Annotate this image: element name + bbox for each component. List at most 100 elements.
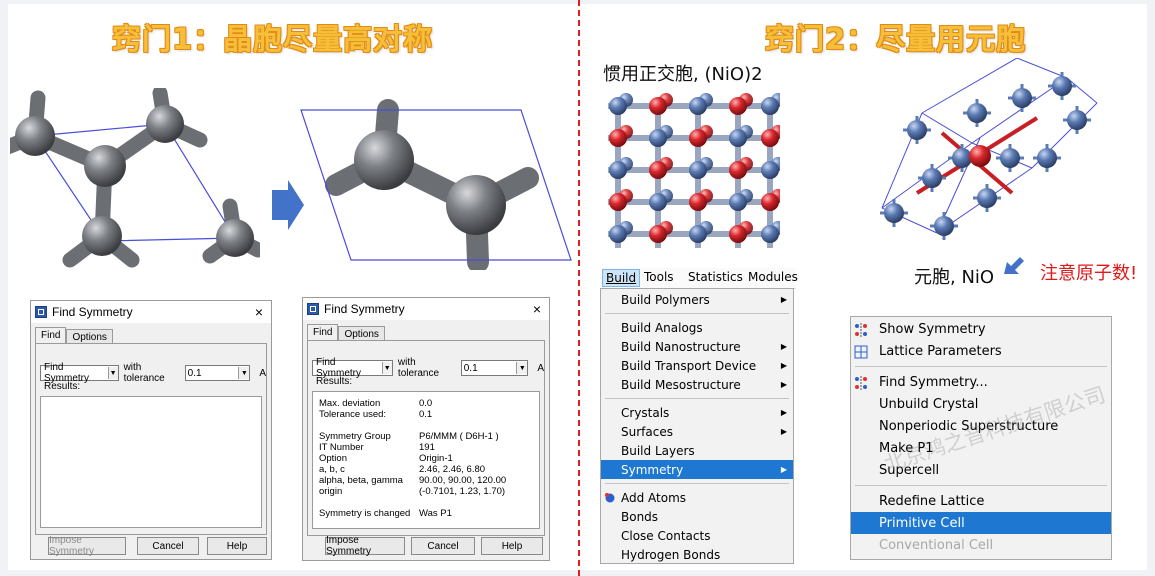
cell-edge <box>921 58 1018 114</box>
menu-separator <box>605 398 789 399</box>
menu-item-label: Redefine Lattice <box>879 493 985 509</box>
help-button[interactable]: Help <box>481 537 543 555</box>
help-button[interactable]: Help <box>207 537 267 555</box>
ni-atom <box>609 193 627 211</box>
menu-item-show-symmetry[interactable]: Show Symmetry <box>851 318 1111 340</box>
ni-atom <box>729 97 747 115</box>
ni-atom <box>761 193 779 211</box>
result-label: Tolerance used: <box>319 409 387 420</box>
cancel-button[interactable]: Cancel <box>411 537 475 555</box>
o-atom <box>649 193 667 211</box>
menu-item-hydrogen-bonds[interactable]: Hydrogen Bonds <box>601 545 793 564</box>
tolerance-combo[interactable]: 0.1 ▼ <box>460 360 529 376</box>
menu-item-build-nanostructure[interactable]: Build Nanostructure ▶ <box>601 337 793 356</box>
result-label: Symmetry is changed <box>319 508 411 519</box>
menu-item-symmetry[interactable]: Symmetry ▶ <box>601 460 793 479</box>
o-atom <box>689 97 707 115</box>
graphene-primitive-image <box>300 99 572 270</box>
o-atom <box>977 188 997 208</box>
menu-item-surfaces[interactable]: Surfaces ▶ <box>601 422 793 441</box>
result-value: 0.0 <box>419 398 433 409</box>
app-icon <box>307 303 319 315</box>
menu-item-build-transport-device[interactable]: Build Transport Device ▶ <box>601 356 793 375</box>
menu-item-label: Add Atoms <box>621 490 687 505</box>
menu-item-crystals[interactable]: Crystals ▶ <box>601 403 793 422</box>
dialog-title: Find Symmetry <box>52 305 133 319</box>
cancel-button[interactable]: Cancel <box>137 537 199 555</box>
tolerance-label: with tolerance <box>397 357 440 379</box>
dialog-titlebar: Find Symmetry × <box>31 301 271 323</box>
cell-edge <box>1016 58 1068 79</box>
close-icon[interactable]: × <box>533 301 541 317</box>
menu-item-label: Build Mesostructure <box>621 377 741 392</box>
result-value: (-0.7101, 1.23, 1.70) <box>419 486 506 497</box>
results-box[interactable] <box>40 396 262 528</box>
menu-tools[interactable]: Tools <box>644 270 674 284</box>
menu-item-label: Close Contacts <box>621 528 711 543</box>
menu-item-label: Lattice Parameters <box>879 343 1002 359</box>
result-label: Max. deviation <box>319 398 381 409</box>
pointer-arrow-icon <box>1004 257 1024 274</box>
cell-edge <box>1066 77 1098 104</box>
submenu-arrow-icon: ▶ <box>780 342 787 351</box>
results-box[interactable]: Max. deviation 0.0 Tolerance used: 0.1 Symm… <box>312 391 540 529</box>
menu-item-label: Surfaces <box>621 424 673 439</box>
impose-symmetry-button[interactable]: Impose Symmetry <box>325 535 405 557</box>
menu-item-build-analogs[interactable]: Build Analogs <box>601 318 793 337</box>
menu-item-label: Build Analogs <box>621 320 703 335</box>
find-symmetry-combo[interactable]: Find Symmetry ▼ <box>312 357 393 379</box>
menu-separator <box>605 483 789 484</box>
center-divider <box>578 0 580 576</box>
ni-atom <box>689 129 707 147</box>
tolerance-unit: A <box>537 362 544 374</box>
dialog-title: Find Symmetry <box>324 302 405 316</box>
result-label: Symmetry Group <box>319 431 391 442</box>
symmetry-icon <box>854 376 867 390</box>
result-value: 90.00, 90.00, 120.00 <box>419 475 507 486</box>
o-atom <box>1037 148 1057 168</box>
find-symmetry-combo[interactable]: Find Symmetry ▼ <box>40 362 119 384</box>
menu-modules[interactable]: Modules <box>748 270 798 284</box>
menu-item-bonds[interactable]: Bonds <box>601 507 793 526</box>
o-atom <box>729 193 747 211</box>
tolerance-label: with tolerance <box>123 362 165 384</box>
tolerance-combo[interactable]: 0.1 ▼ <box>184 365 251 381</box>
conventional-cell-caption: 惯用正交胞, (NiO)2 <box>603 64 763 85</box>
find-symmetry-dialog-before: Find Symmetry × Find Options Find Symmet… <box>30 300 272 560</box>
find-tab-pane: Find Symmetry ▼ with tolerance 0.1 ▼ A Res… <box>35 343 267 535</box>
menu-item-close-contacts[interactable]: Close Contacts <box>601 526 793 545</box>
submenu-arrow-icon: ▶ <box>780 380 787 389</box>
o-atom <box>649 129 667 147</box>
menu-item-build-layers[interactable]: Build Layers <box>601 441 793 460</box>
menu-item-build-mesostructure[interactable]: Build Mesostructure ▶ <box>601 375 793 394</box>
o-atom <box>1012 88 1032 108</box>
submenu-arrow-icon: ▶ <box>780 295 787 304</box>
menu-item-redefine-lattice[interactable]: Redefine Lattice <box>851 490 1111 512</box>
menu-item-label: Unbuild Crystal <box>879 396 979 412</box>
submenu-arrow-icon: ▶ <box>780 361 787 370</box>
menu-item-label: Bonds <box>621 509 659 524</box>
menu-item-conventional-cell[interactable]: Conventional Cell <box>851 534 1111 556</box>
menu-statistics[interactable]: Statistics <box>688 270 743 284</box>
ni-atom <box>609 129 627 147</box>
result-label: Option <box>319 453 347 464</box>
build-menu: Build Polymers ▶ Build Analogs Build Nanost… <box>600 288 794 564</box>
tolerance-unit: A <box>259 367 266 379</box>
menu-item-label: Symmetry <box>621 462 684 477</box>
o-atom <box>609 97 627 115</box>
menu-item-lattice-parameters[interactable]: Lattice Parameters <box>851 340 1111 362</box>
o-atom <box>729 129 747 147</box>
results-label: Results: <box>44 381 81 392</box>
close-icon[interactable]: × <box>255 304 263 320</box>
impose-symmetry-button[interactable]: Impose Symmetry <box>48 535 126 557</box>
ni-atom <box>649 97 667 115</box>
app-icon <box>35 306 47 318</box>
result-label <box>319 420 419 431</box>
menu-item-build-polymers[interactable]: Build Polymers ▶ <box>601 290 793 309</box>
result-value: Was P1 <box>419 508 452 519</box>
menu-item-label: Primitive Cell <box>879 515 965 531</box>
menu-item-add-atoms[interactable]: Add Atoms <box>601 488 793 507</box>
lattice-icon <box>854 345 868 359</box>
menu-item-primitive-cell[interactable]: Primitive Cell <box>851 512 1111 534</box>
menu-build[interactable]: Build <box>602 269 641 287</box>
